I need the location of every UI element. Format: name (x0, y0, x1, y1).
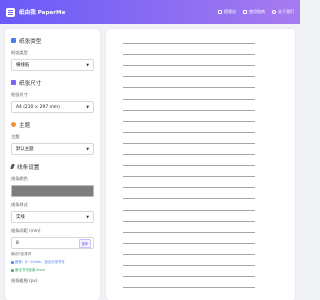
ruled-line (123, 198, 255, 200)
chevron-down-icon: ▼ (86, 63, 89, 67)
ruled-line (123, 109, 255, 111)
ruled-line (123, 87, 255, 89)
ruled-line (123, 76, 255, 78)
paper-logo-icon (6, 7, 15, 17)
ruled-line (123, 242, 255, 244)
section-title: 纸张类型 (19, 38, 42, 45)
ruled-line (123, 253, 255, 255)
ruled-line (123, 54, 255, 56)
spacing-hint: 横线行距推荐 (11, 252, 32, 256)
nav-label: 使用指南 (249, 9, 265, 14)
ruler-icon (11, 80, 16, 85)
ruled-line (123, 43, 255, 44)
ruled-line (123, 120, 255, 122)
ruled-line (123, 276, 255, 278)
nav-label: 关于我们 (278, 9, 294, 14)
line-spacing-label: 线条间距 (mm) (11, 228, 41, 233)
select-value: 横线纸 (16, 63, 30, 68)
ruled-line (123, 165, 255, 167)
paper-type-select[interactable]: 横线纸 ▼ (11, 59, 94, 71)
ruled-line (123, 231, 255, 233)
brand[interactable]: 纸由我 PaperMe (6, 7, 66, 17)
select-value: 实线 (16, 215, 25, 220)
line-style-select[interactable]: 实线 ▼ (11, 211, 94, 223)
bullet-icon (11, 260, 14, 264)
hint-text: 最佳书写距离 8mm (15, 268, 46, 272)
spacing-hint-best: 最佳书写距离 8mm (11, 268, 94, 273)
ruled-line (123, 265, 255, 266)
top-nav: 提建议 使用指南 关于我们 (218, 9, 294, 15)
paper-type-label: 纸张类型 (11, 50, 28, 55)
section-title: 主题 (19, 122, 31, 129)
line-width-label: 线条粗细 (px) (11, 278, 38, 283)
ruled-line (123, 142, 255, 144)
nav-item-guide[interactable]: 使用指南 (243, 9, 265, 15)
ruled-line (123, 154, 255, 155)
ruled-line (123, 131, 255, 133)
section-title: 纸张尺寸 (19, 80, 42, 87)
ruled-line (123, 98, 255, 100)
nav-label: 提建议 (224, 9, 236, 14)
ruled-line (123, 209, 255, 211)
nav-item-about[interactable]: 关于我们 (272, 9, 294, 15)
nav-item-feedback[interactable]: 提建议 (218, 9, 236, 15)
theme-select[interactable]: 默认主题 ▼ (11, 143, 94, 155)
theme-label: 主题 (11, 134, 20, 139)
pen-icon (10, 164, 15, 169)
check-icon (11, 268, 14, 272)
select-value: A4 (210 × 297 mm) (16, 104, 60, 110)
guide-icon (243, 10, 247, 14)
chevron-down-icon: ▼ (86, 147, 89, 151)
ruled-line (123, 176, 255, 178)
ruled-paper (123, 43, 255, 300)
ruled-line (123, 220, 255, 222)
ruled-line (123, 287, 255, 289)
paper-size-select[interactable]: A4 (210 × 297 mm) ▼ (11, 101, 94, 113)
info-icon (272, 10, 276, 14)
ruled-line (123, 65, 255, 67)
section-title: 线条设置 (17, 164, 40, 171)
ruled-line (123, 187, 255, 189)
palette-icon (11, 122, 16, 127)
section-paper-type: 纸张类型 (11, 36, 94, 45)
section-line-settings: 线条设置 (10, 162, 94, 171)
line-spacing-input[interactable]: 8 推荐 (11, 237, 94, 249)
input-value: 8 (16, 240, 19, 246)
chevron-down-icon: ▼ (86, 105, 89, 109)
line-color-picker[interactable] (11, 185, 94, 197)
settings-panel: 纸张类型 纸张类型 横线纸 ▼ 纸张尺寸 纸张尺寸 A4 (210 × 297 … (5, 29, 100, 300)
paper-size-label: 纸张尺寸 (11, 92, 28, 97)
section-paper-size: 纸张尺寸 (11, 78, 94, 87)
line-color-label: 线条颜色 (11, 176, 28, 181)
select-value: 默认主题 (16, 147, 34, 152)
brand-title: 纸由我 PaperMe (19, 10, 66, 16)
chevron-down-icon: ▼ (86, 215, 89, 219)
spacing-hint-recommend: 推荐：6~10mm，适合日常书写 (11, 260, 94, 265)
section-theme: 主题 (11, 120, 94, 129)
app-header: 纸由我 PaperMe 提建议 使用指南 关于我们 (0, 0, 300, 24)
feedback-icon (218, 10, 222, 14)
hint-text: 推荐：6~10mm，适合日常书写 (15, 260, 65, 264)
recommend-button[interactable]: 推荐 (78, 238, 91, 248)
paper-preview (106, 29, 295, 300)
line-style-label: 线条样式 (11, 202, 28, 207)
paper-type-icon (11, 38, 16, 43)
